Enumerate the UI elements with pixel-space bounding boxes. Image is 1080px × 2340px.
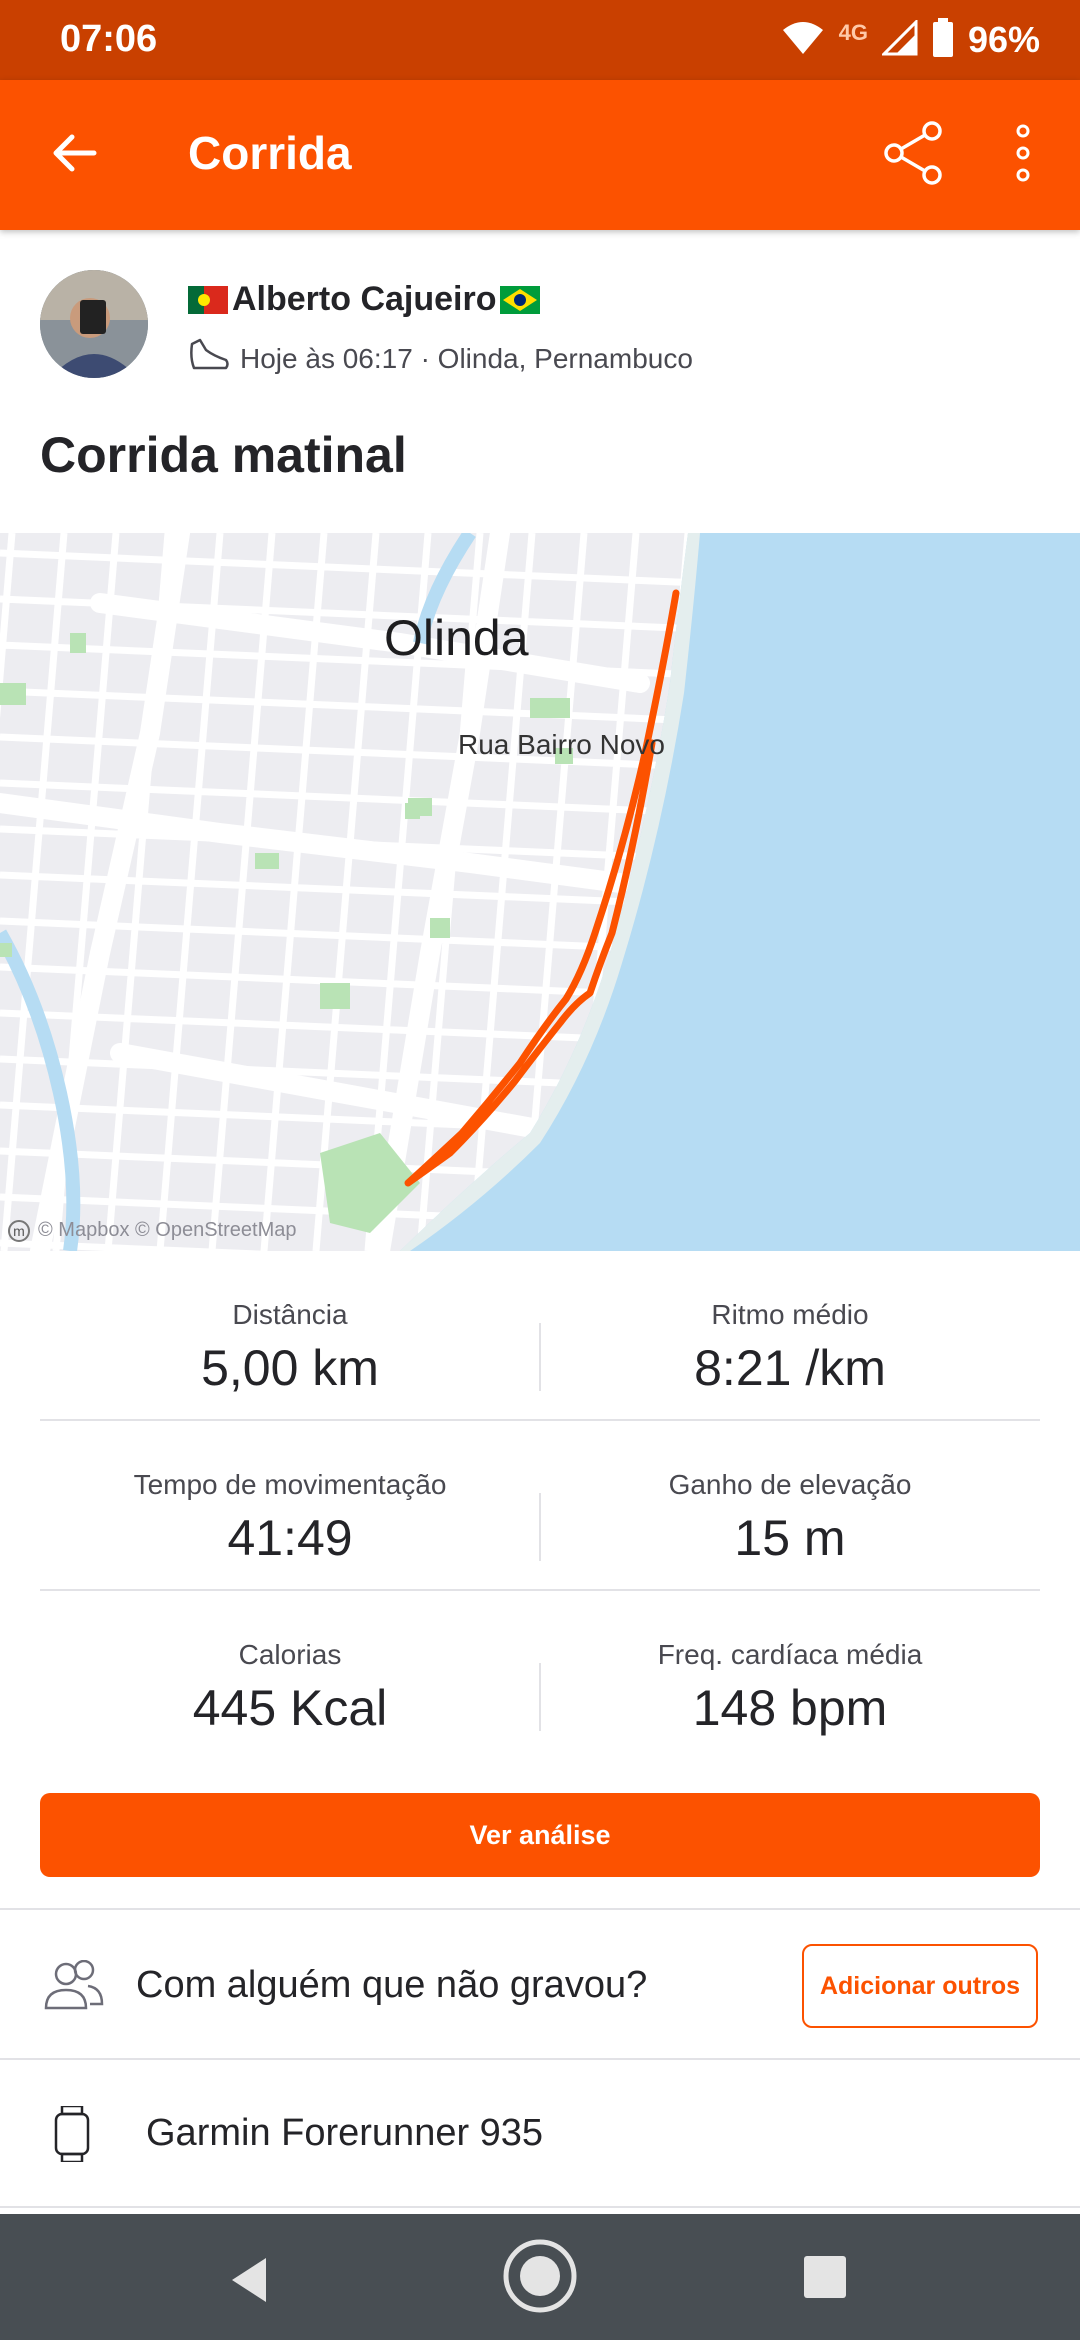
stat-pace: Ritmo médio 8:21 /km bbox=[540, 1251, 1040, 1421]
stat-distance: Distância 5,00 km bbox=[40, 1251, 540, 1421]
stat-row: Distância 5,00 km Ritmo médio 8:21 /km bbox=[40, 1251, 1040, 1421]
stat-label: Ritmo médio bbox=[711, 1299, 869, 1330]
stat-label: Distância bbox=[232, 1299, 348, 1330]
with-others-row: Com alguém que não gravou? Adicionar out… bbox=[0, 1912, 1080, 2060]
stat-elevation-gain: Ganho de elevação 15 m bbox=[540, 1421, 1040, 1591]
avatar[interactable] bbox=[40, 270, 148, 378]
map-label-city: Olinda bbox=[384, 610, 529, 666]
more-vertical-icon bbox=[1015, 123, 1031, 188]
map-attribution-text[interactable]: © Mapbox © OpenStreetMap bbox=[38, 1219, 297, 1242]
stat-label: Calorias bbox=[238, 1639, 342, 1670]
stat-moving-time: Tempo de movimentação 41:49 bbox=[40, 1421, 540, 1591]
nav-home-icon[interactable] bbox=[502, 2238, 578, 2314]
device-name: Garmin Forerunner 935 bbox=[146, 2112, 544, 2154]
with-others-text: Com alguém que não gravou? bbox=[136, 1964, 648, 2006]
stat-value: 41:49 bbox=[227, 1510, 353, 1566]
network-type: 4G bbox=[838, 20, 868, 45]
stat-label: Tempo de movimentação bbox=[133, 1469, 447, 1500]
mapbox-logo-icon[interactable]: m bbox=[8, 1219, 30, 1242]
stat-calories: Calorias 445 Kcal bbox=[40, 1591, 540, 1761]
more-options-button[interactable] bbox=[998, 120, 1048, 190]
nav-recents-icon[interactable] bbox=[804, 2256, 846, 2298]
device-row[interactable]: Garmin Forerunner 935 bbox=[0, 2062, 1080, 2206]
app-bar: Corrida bbox=[0, 80, 1080, 230]
activity-title: Corrida matinal bbox=[40, 427, 407, 483]
stat-label: Ganho de elevação bbox=[668, 1469, 912, 1500]
arrow-left-icon bbox=[50, 133, 98, 178]
map-attribution: m © Mapbox © OpenStreetMap bbox=[8, 1219, 297, 1242]
divider bbox=[0, 1908, 1080, 1910]
view-analysis-button[interactable]: Ver análise bbox=[40, 1793, 1040, 1877]
app-bar-title: Corrida bbox=[188, 127, 352, 179]
battery-percent: 96% bbox=[967, 19, 1040, 60]
signal-icon bbox=[880, 17, 918, 61]
map-label-street: Rua Bairro Novo bbox=[458, 729, 665, 760]
status-time: 07:06 bbox=[60, 18, 158, 60]
stat-value: 8:21 /km bbox=[694, 1340, 886, 1396]
system-nav-bar bbox=[0, 2214, 1080, 2340]
route-map[interactable]: Olinda Rua Bairro Novo m © Mapbox © Open… bbox=[0, 533, 1080, 1251]
activity-header: Alberto Cajueiro Hoje às 06:17 · Olinda,… bbox=[0, 230, 1080, 530]
divider bbox=[0, 2206, 1080, 2208]
people-icon bbox=[44, 1959, 104, 2012]
nav-back-icon[interactable] bbox=[222, 2252, 278, 2308]
share-icon bbox=[882, 120, 944, 190]
stat-row: Calorias 445 Kcal Freq. cardíaca média 1… bbox=[40, 1591, 1040, 1761]
stat-value: 148 bpm bbox=[692, 1680, 888, 1736]
back-button[interactable] bbox=[44, 125, 104, 185]
battery-icon bbox=[932, 17, 954, 63]
athlete-name-row[interactable]: Alberto Cajueiro bbox=[188, 280, 541, 319]
stat-value: 15 m bbox=[734, 1510, 846, 1566]
add-others-button[interactable]: Adicionar outros bbox=[802, 1944, 1038, 2028]
shoe-icon bbox=[188, 338, 230, 379]
activity-stats: Distância 5,00 km Ritmo médio 8:21 /km T… bbox=[40, 1251, 1040, 1761]
portugal-flag-icon bbox=[188, 285, 228, 314]
stat-value: 445 Kcal bbox=[192, 1680, 388, 1736]
status-icons: 4G 96% bbox=[781, 17, 1040, 63]
stat-row: Tempo de movimentação 41:49 Ganho de ele… bbox=[40, 1421, 1040, 1591]
stat-value: 5,00 km bbox=[201, 1340, 379, 1396]
watch-icon bbox=[54, 2104, 90, 2164]
wifi-icon bbox=[781, 20, 825, 61]
divider bbox=[0, 2058, 1080, 2060]
status-bar: 07:06 4G 96% bbox=[0, 0, 1080, 80]
activity-date-location: Hoje às 06:17 · Olinda, Pernambuco bbox=[240, 342, 693, 374]
stat-label: Freq. cardíaca média bbox=[657, 1639, 923, 1670]
brazil-flag-icon bbox=[500, 285, 541, 314]
activity-meta: Hoje às 06:17 · Olinda, Pernambuco bbox=[188, 338, 693, 379]
stat-heart-rate: Freq. cardíaca média 148 bpm bbox=[540, 1591, 1040, 1761]
athlete-name: Alberto Cajueiro bbox=[232, 280, 497, 318]
share-button[interactable] bbox=[878, 120, 948, 190]
